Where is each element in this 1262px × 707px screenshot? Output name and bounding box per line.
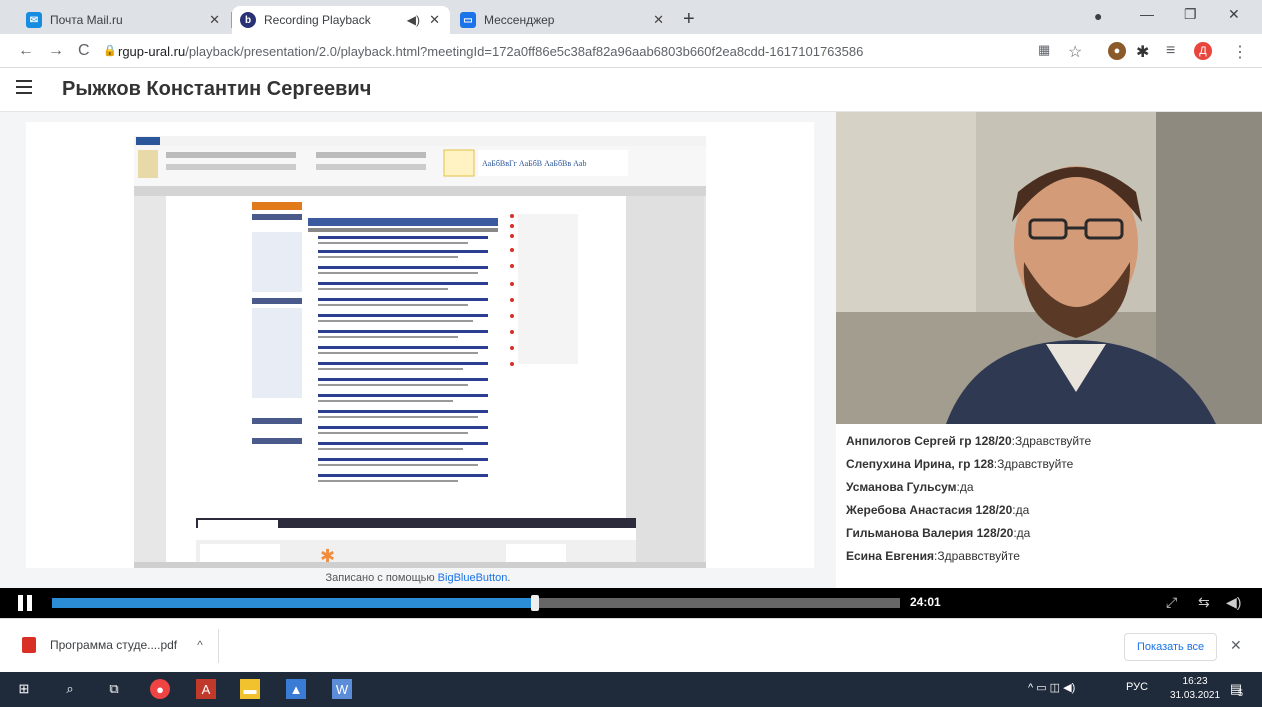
photos-icon[interactable]: ▲ bbox=[286, 679, 306, 699]
hamburger-menu-icon[interactable] bbox=[16, 80, 32, 98]
browser-tab-bar: ✉ Почта Mail.ru ✕ b Recording Playback ◀… bbox=[0, 0, 1262, 34]
playback-time: 24:01 bbox=[910, 595, 941, 609]
player-controls: 24:01 ⤢ ⇆ ◀) bbox=[0, 588, 1262, 618]
mail-icon: ✉ bbox=[26, 12, 42, 28]
clock-time: 16:23 bbox=[1182, 676, 1208, 687]
profile-avatar[interactable]: Д bbox=[1194, 42, 1212, 60]
extension-icon[interactable]: ● bbox=[1108, 42, 1126, 60]
translate-icon[interactable]: ▦ bbox=[1038, 42, 1050, 58]
chat-message: Анпилогов Сергей гр 128/20:Здравствуйте bbox=[846, 434, 1092, 448]
chat-text: да bbox=[1015, 503, 1030, 517]
show-all-button[interactable]: Показать все bbox=[1124, 633, 1218, 661]
volume-icon[interactable]: ◀) bbox=[1226, 594, 1241, 611]
address-bar: ← → C 🔒 rgup-ural.ru/playback/presentati… bbox=[0, 34, 1262, 68]
notification-count: 5 bbox=[1238, 688, 1244, 698]
chat-author: Слепухина Ирина, гр 128 bbox=[846, 457, 994, 471]
recorded-with-note: Записано с помощью BigBlueButton. bbox=[0, 572, 836, 584]
webcam-video[interactable] bbox=[836, 112, 1262, 424]
acrobat-icon[interactable]: A bbox=[196, 679, 216, 699]
presentation-area: АаБбВвГг АаБбВ АаБбВв Aab ✱ Записано с п… bbox=[0, 112, 836, 588]
chat-text: да bbox=[959, 480, 974, 494]
system-tray-icons[interactable]: ^ ▭ ◫ ◀) bbox=[1028, 681, 1075, 694]
downloads-bar: Программа студе....pdf ^ Показать все ✕ bbox=[0, 618, 1262, 672]
progress-bar[interactable] bbox=[52, 595, 900, 611]
clock-date: 31.03.2021 bbox=[1170, 690, 1221, 701]
word-icon[interactable]: W bbox=[332, 679, 352, 699]
chat-text: Здраввствуйте bbox=[937, 549, 1020, 563]
chat-text: Здравствуйте bbox=[997, 457, 1074, 471]
download-separator bbox=[218, 629, 219, 663]
tab-title: Recording Playback bbox=[264, 13, 371, 27]
back-button[interactable]: ← bbox=[18, 42, 34, 60]
chat-message: Есина Евгения:Здраввствуйте bbox=[846, 549, 1020, 563]
tab-title: Мессенджер bbox=[484, 13, 555, 27]
chat-message: Усманова Гульсум:да bbox=[846, 480, 974, 494]
tab-search-icon[interactable]: ● bbox=[1094, 8, 1102, 24]
url-field[interactable]: rgup-ural.ru/playback/presentation/2.0/p… bbox=[118, 44, 863, 59]
audio-icon[interactable]: ◀) bbox=[407, 13, 420, 27]
playback-header: Рыжков Константин Сергеевич bbox=[0, 68, 1262, 112]
tab-mail[interactable]: ✉ Почта Mail.ru ✕ bbox=[18, 6, 230, 34]
bbb-icon: b bbox=[240, 12, 256, 28]
presenter-webcam-image bbox=[836, 112, 1262, 424]
chrome-icon[interactable]: ● bbox=[150, 679, 170, 699]
chat-message: Жеребова Анастасия 128/20:да bbox=[846, 503, 1030, 517]
lock-icon[interactable]: 🔒 bbox=[103, 44, 117, 57]
new-tab-button[interactable]: + bbox=[683, 8, 695, 31]
chat-text: да bbox=[1016, 526, 1031, 540]
chat-author: Жеребова Анастасия 128/20 bbox=[846, 503, 1013, 517]
chevron-up-icon[interactable]: ^ bbox=[197, 638, 203, 652]
close-window-button[interactable]: ✕ bbox=[1228, 6, 1240, 23]
task-view-icon[interactable]: ⧉ bbox=[104, 679, 124, 699]
windows-taskbar: ⊞ ⌕ ⧉ ● A ▬ ▲ W ^ ▭ ◫ ◀) РУС 16:23 31.03… bbox=[0, 672, 1262, 707]
tab-title: Почта Mail.ru bbox=[50, 13, 123, 27]
reading-list-icon[interactable]: ≡ bbox=[1166, 42, 1175, 60]
maximize-button[interactable]: ❐ bbox=[1184, 6, 1197, 23]
chat-icon: ▭ bbox=[460, 12, 476, 28]
minimize-button[interactable]: — bbox=[1140, 6, 1154, 22]
presenter-name: Рыжков Константин Сергеевич bbox=[62, 78, 372, 100]
reload-button[interactable]: C bbox=[78, 42, 90, 60]
chat-author: Усманова Гульсум bbox=[846, 480, 957, 494]
star-icon[interactable]: ☆ bbox=[1068, 42, 1082, 62]
tab-recording-playback[interactable]: b Recording Playback ◀) ✕ bbox=[232, 6, 450, 34]
close-icon[interactable]: ✕ bbox=[209, 12, 220, 28]
url-path: /playback/presentation/2.0/playback.html… bbox=[185, 44, 864, 59]
svg-text:АаБбВвГг АаБбВ АаБбВв Aab: АаБбВвГг АаБбВ АаБбВв Aab bbox=[482, 159, 586, 168]
download-item[interactable]: Программа студе....pdf ^ bbox=[22, 637, 203, 653]
slide-screenshot-image: АаБбВвГг АаБбВ АаБбВв Aab ✱ bbox=[134, 122, 706, 572]
search-icon[interactable]: ⌕ bbox=[60, 679, 80, 699]
recorded-suffix: . bbox=[507, 572, 511, 584]
progress-handle[interactable] bbox=[531, 595, 540, 611]
chat-author: Анпилогов Сергей гр 128/20 bbox=[846, 434, 1012, 448]
recorded-with-text: Записано с помощью bbox=[325, 572, 435, 584]
presentation-slide: АаБбВвГг АаБбВ АаБбВв Aab ✱ bbox=[26, 122, 814, 572]
url-host: rgup-ural.ru bbox=[118, 44, 186, 59]
swap-layout-icon[interactable]: ⇆ bbox=[1198, 594, 1210, 611]
download-filename: Программа студе....pdf bbox=[50, 638, 178, 652]
file-explorer-icon[interactable]: ▬ bbox=[240, 679, 260, 699]
bigbluebutton-link[interactable]: BigBlueButton bbox=[438, 572, 508, 584]
close-icon[interactable]: ✕ bbox=[1230, 637, 1242, 654]
chat-text: Здравствуйте bbox=[1014, 434, 1092, 448]
tab-messenger[interactable]: ▭ Мессенджер ✕ bbox=[452, 6, 674, 34]
chat-panel: Анпилогов Сергей гр 128/20:Здравствуйте … bbox=[836, 424, 1262, 588]
language-indicator[interactable]: РУС bbox=[1126, 681, 1148, 693]
chat-message: Слепухина Ирина, гр 128:Здравствуйте bbox=[846, 457, 1074, 471]
chat-author: Есина Евгения bbox=[846, 549, 934, 563]
menu-icon[interactable]: ⋮ bbox=[1232, 42, 1248, 62]
windows-start-icon[interactable]: ⊞ bbox=[14, 679, 34, 699]
progress-fill bbox=[52, 598, 536, 608]
profile-initial: Д bbox=[1199, 45, 1207, 57]
chat-author: Гильманова Валерия 128/20 bbox=[846, 526, 1014, 540]
fullscreen-icon[interactable]: ⤢ bbox=[1166, 594, 1177, 611]
chat-message: Гильманова Валерия 128/20:да bbox=[846, 526, 1031, 540]
pause-button[interactable] bbox=[18, 595, 34, 611]
close-icon[interactable]: ✕ bbox=[653, 12, 664, 28]
clock[interactable]: 16:23 31.03.2021 bbox=[1170, 675, 1220, 703]
forward-button[interactable]: → bbox=[48, 42, 64, 60]
close-icon[interactable]: ✕ bbox=[429, 12, 440, 28]
pdf-icon bbox=[22, 637, 36, 653]
puzzle-icon[interactable]: ✱ bbox=[1136, 42, 1149, 62]
